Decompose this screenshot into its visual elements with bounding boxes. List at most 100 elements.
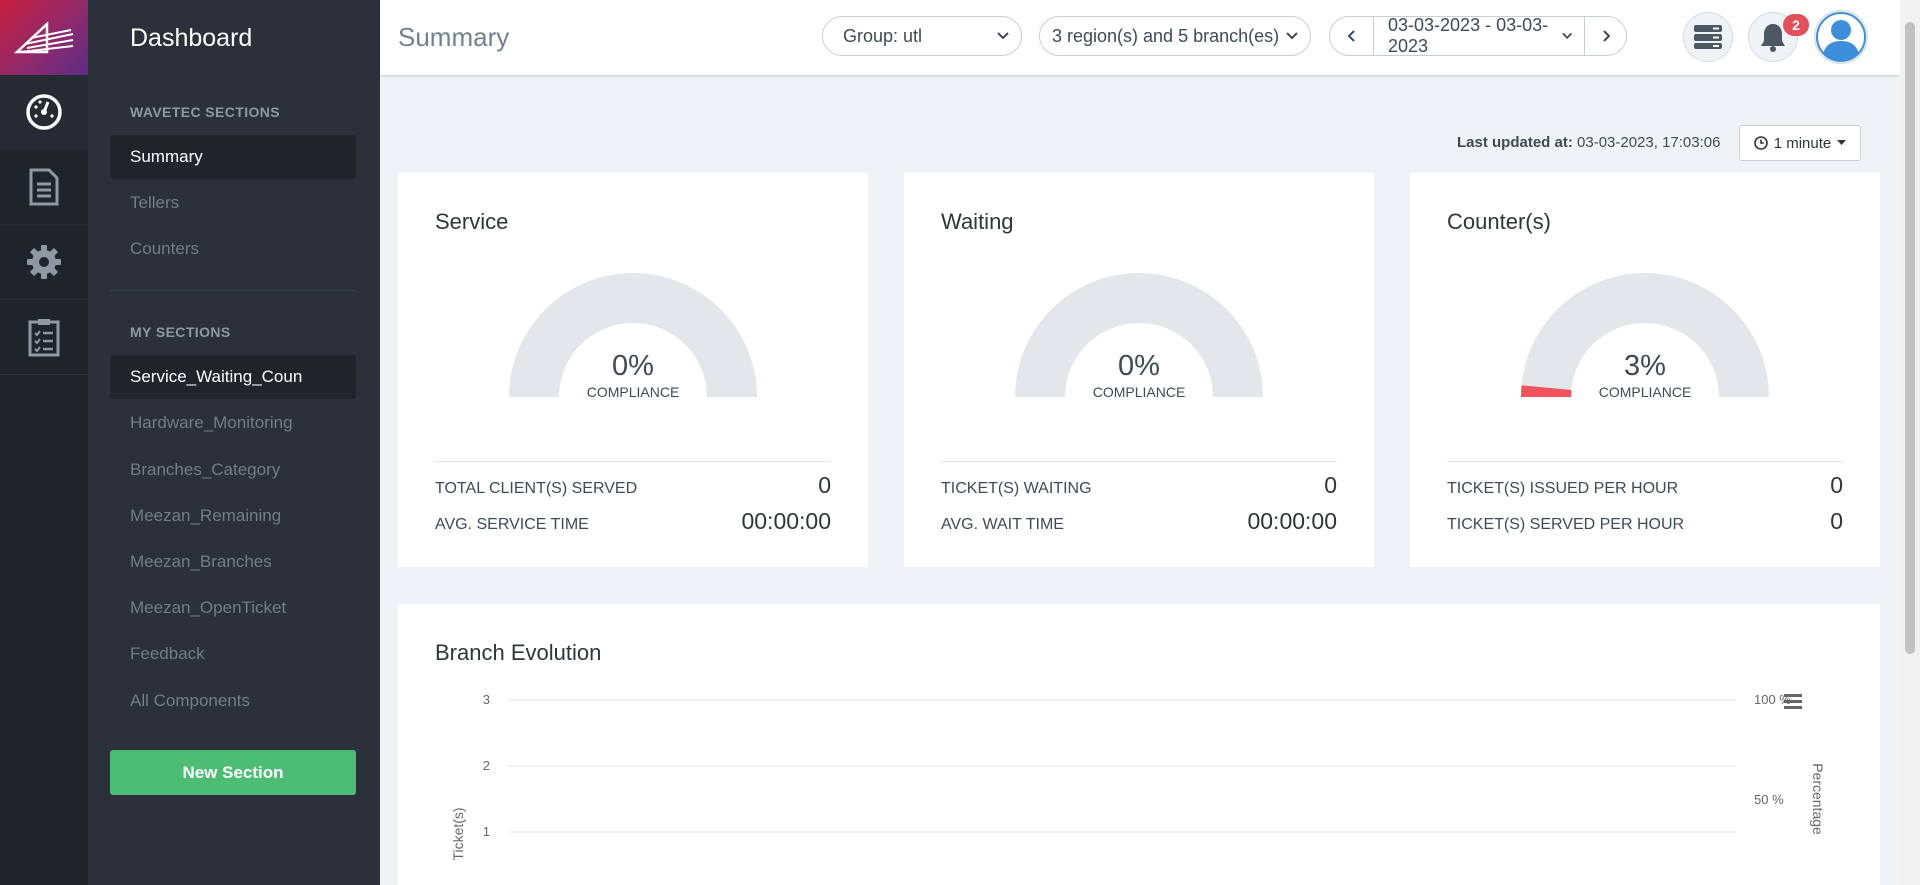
branch-evolution-card: Branch Evolution 3 2 1 100 % 50 % Ticket(s) … (398, 604, 1880, 885)
sidebar-item-meezan-remaining[interactable]: Meezan_Remaining (110, 494, 356, 538)
stat-row: TOTAL CLIENT(S) SERVED 0 (435, 472, 831, 499)
checklist-icon (28, 319, 60, 357)
last-updated: Last updated at: 03-03-2023, 17:03:06 (1457, 134, 1720, 151)
stat-label: TOTAL CLIENT(S) SERVED (435, 480, 638, 497)
refresh-interval-value: 1 minute (1773, 134, 1832, 152)
group-select-value: Group: utl (843, 25, 923, 46)
notification-count-badge: 2 (1783, 14, 1809, 36)
chevron-down-icon (997, 32, 1009, 40)
stat-label: TICKET(S) SERVED PER HOUR (1447, 516, 1685, 533)
chevron-down-icon (1561, 32, 1572, 39)
region-branch-select[interactable]: 3 region(s) and 5 branch(es) (1039, 16, 1311, 56)
compliance-percent: 0% (1118, 350, 1160, 382)
y2-tick-label: 50 % (1754, 792, 1784, 807)
compliance-label: COMPLIANCE (586, 384, 680, 400)
date-range-value: 03-03-2023 - 03-03-2023 (1388, 15, 1549, 56)
sidebar: Dashboard WAVETEC SECTIONS Summary Telle… (88, 0, 380, 885)
stat-label: TICKET(S) ISSUED PER HOUR (1447, 480, 1679, 497)
compliance-percent: 3% (1624, 350, 1666, 382)
rail-reports[interactable] (0, 150, 88, 225)
page-scrollbar[interactable] (1900, 0, 1920, 885)
rail-settings[interactable] (0, 225, 88, 300)
last-updated-value: 03-03-2023, 17:03:06 (1577, 134, 1721, 151)
stat-row: TICKET(S) SERVED PER HOUR 0 (1447, 508, 1843, 535)
card-divider (941, 461, 1337, 462)
stat-row: AVG. WAIT TIME 00:00:00 (941, 508, 1337, 535)
server-icon (1694, 25, 1722, 49)
stat-value: 00:00:00 (1247, 508, 1337, 534)
prev-date-button[interactable] (1330, 17, 1374, 55)
sidebar-item-meezan-openticket[interactable]: Meezan_OpenTicket (110, 586, 356, 630)
stat-value: 0 (1830, 508, 1843, 534)
page-title: Summary (398, 22, 510, 52)
date-range-picker: 03-03-2023 - 03-03-2023 (1329, 15, 1627, 56)
waiting-card: Waiting 0% COMPLIANCE TICKET(S) WAITING … (904, 173, 1374, 567)
wavetec-sections-label: WAVETEC SECTIONS (130, 104, 281, 120)
last-updated-label: Last updated at: (1457, 134, 1573, 151)
sidebar-item-hardware-monitoring[interactable]: Hardware_Monitoring (110, 401, 356, 445)
dashboard-icon (26, 94, 62, 130)
stat-value: 0 (1324, 472, 1337, 498)
card-title: Counter(s) (1447, 209, 1551, 234)
branch-evolution-chart: 321100 %50 % Ticket(s) Percentage (450, 692, 1826, 861)
refresh-interval-button[interactable]: 1 minute (1739, 125, 1861, 161)
servers-button[interactable] (1683, 12, 1733, 62)
sidebar-item-feedback[interactable]: Feedback (110, 632, 356, 676)
compliance-percent: 0% (612, 350, 654, 382)
wavetec-logo[interactable] (0, 0, 88, 75)
service-card: Service 0% COMPLIANCE TOTAL CLIENT(S) SE… (398, 173, 868, 567)
y-tick-label: 3 (483, 692, 490, 707)
stat-value: 0 (818, 472, 831, 498)
chevron-left-icon (1347, 30, 1355, 42)
card-divider (1447, 461, 1843, 462)
top-header: Summary Group: utl 3 region(s) and 5 bra… (380, 0, 1900, 75)
rail-checklist[interactable] (0, 300, 88, 375)
y-tick-label: 2 (483, 758, 490, 773)
rail-dashboard[interactable] (0, 75, 88, 150)
stat-row: AVG. SERVICE TIME 00:00:00 (435, 508, 831, 535)
stat-label: TICKET(S) WAITING (941, 480, 1092, 497)
next-date-button[interactable] (1584, 17, 1626, 55)
date-range-field[interactable]: 03-03-2023 - 03-03-2023 (1374, 15, 1584, 56)
card-title: Waiting (941, 209, 1014, 234)
y2-axis-label: Percentage (1810, 763, 1826, 835)
stat-label: AVG. SERVICE TIME (435, 516, 589, 533)
chevron-right-icon (1602, 30, 1610, 42)
sidebar-item-all-components[interactable]: All Components (110, 679, 356, 723)
icon-rail (0, 0, 88, 885)
region-branch-value: 3 region(s) and 5 branch(es) (1052, 25, 1280, 46)
sidebar-item-branches-category[interactable]: Branches_Category (110, 448, 356, 492)
chart-menu-icon[interactable] (1784, 694, 1802, 709)
sidebar-item-service-waiting[interactable]: Service_Waiting_Coun (110, 355, 356, 399)
card-title: Service (435, 209, 509, 234)
document-icon (29, 168, 59, 206)
caret-down-icon (1837, 140, 1847, 145)
group-select[interactable]: Group: utl (822, 16, 1022, 56)
y-tick-label: 1 (483, 824, 490, 839)
chevron-down-icon (1286, 32, 1298, 40)
clock-icon (1753, 136, 1768, 150)
sidebar-item-counters[interactable]: Counters (110, 227, 356, 271)
stat-row: TICKET(S) WAITING 0 (941, 472, 1337, 499)
counters-card: Counter(s) 3% COMPLIANCE TICKET(S) ISSUE… (1410, 173, 1880, 567)
sidebar-item-tellers[interactable]: Tellers (110, 181, 356, 225)
compliance-label: COMPLIANCE (1092, 384, 1186, 400)
settings-icon (27, 245, 61, 279)
logo-icon (13, 20, 74, 53)
compliance-label: COMPLIANCE (1598, 384, 1692, 400)
user-icon (1816, 12, 1866, 62)
sidebar-item-meezan-branches[interactable]: Meezan_Branches (110, 540, 356, 584)
sidebar-title: Dashboard (130, 24, 253, 52)
stat-value: 0 (1830, 472, 1843, 498)
stat-row: TICKET(S) ISSUED PER HOUR 0 (1447, 472, 1843, 499)
stat-value: 00:00:00 (741, 508, 831, 534)
scrollbar-thumb[interactable] (1905, 22, 1915, 654)
user-avatar[interactable] (1814, 10, 1868, 64)
y-axis-label: Ticket(s) (450, 807, 466, 860)
stat-label: AVG. WAIT TIME (941, 516, 1064, 533)
sidebar-divider (110, 290, 356, 291)
new-section-button[interactable]: New Section (110, 750, 356, 795)
sidebar-item-summary[interactable]: Summary (110, 135, 356, 179)
my-sections-label: MY SECTIONS (130, 324, 231, 340)
card-divider (435, 461, 831, 462)
